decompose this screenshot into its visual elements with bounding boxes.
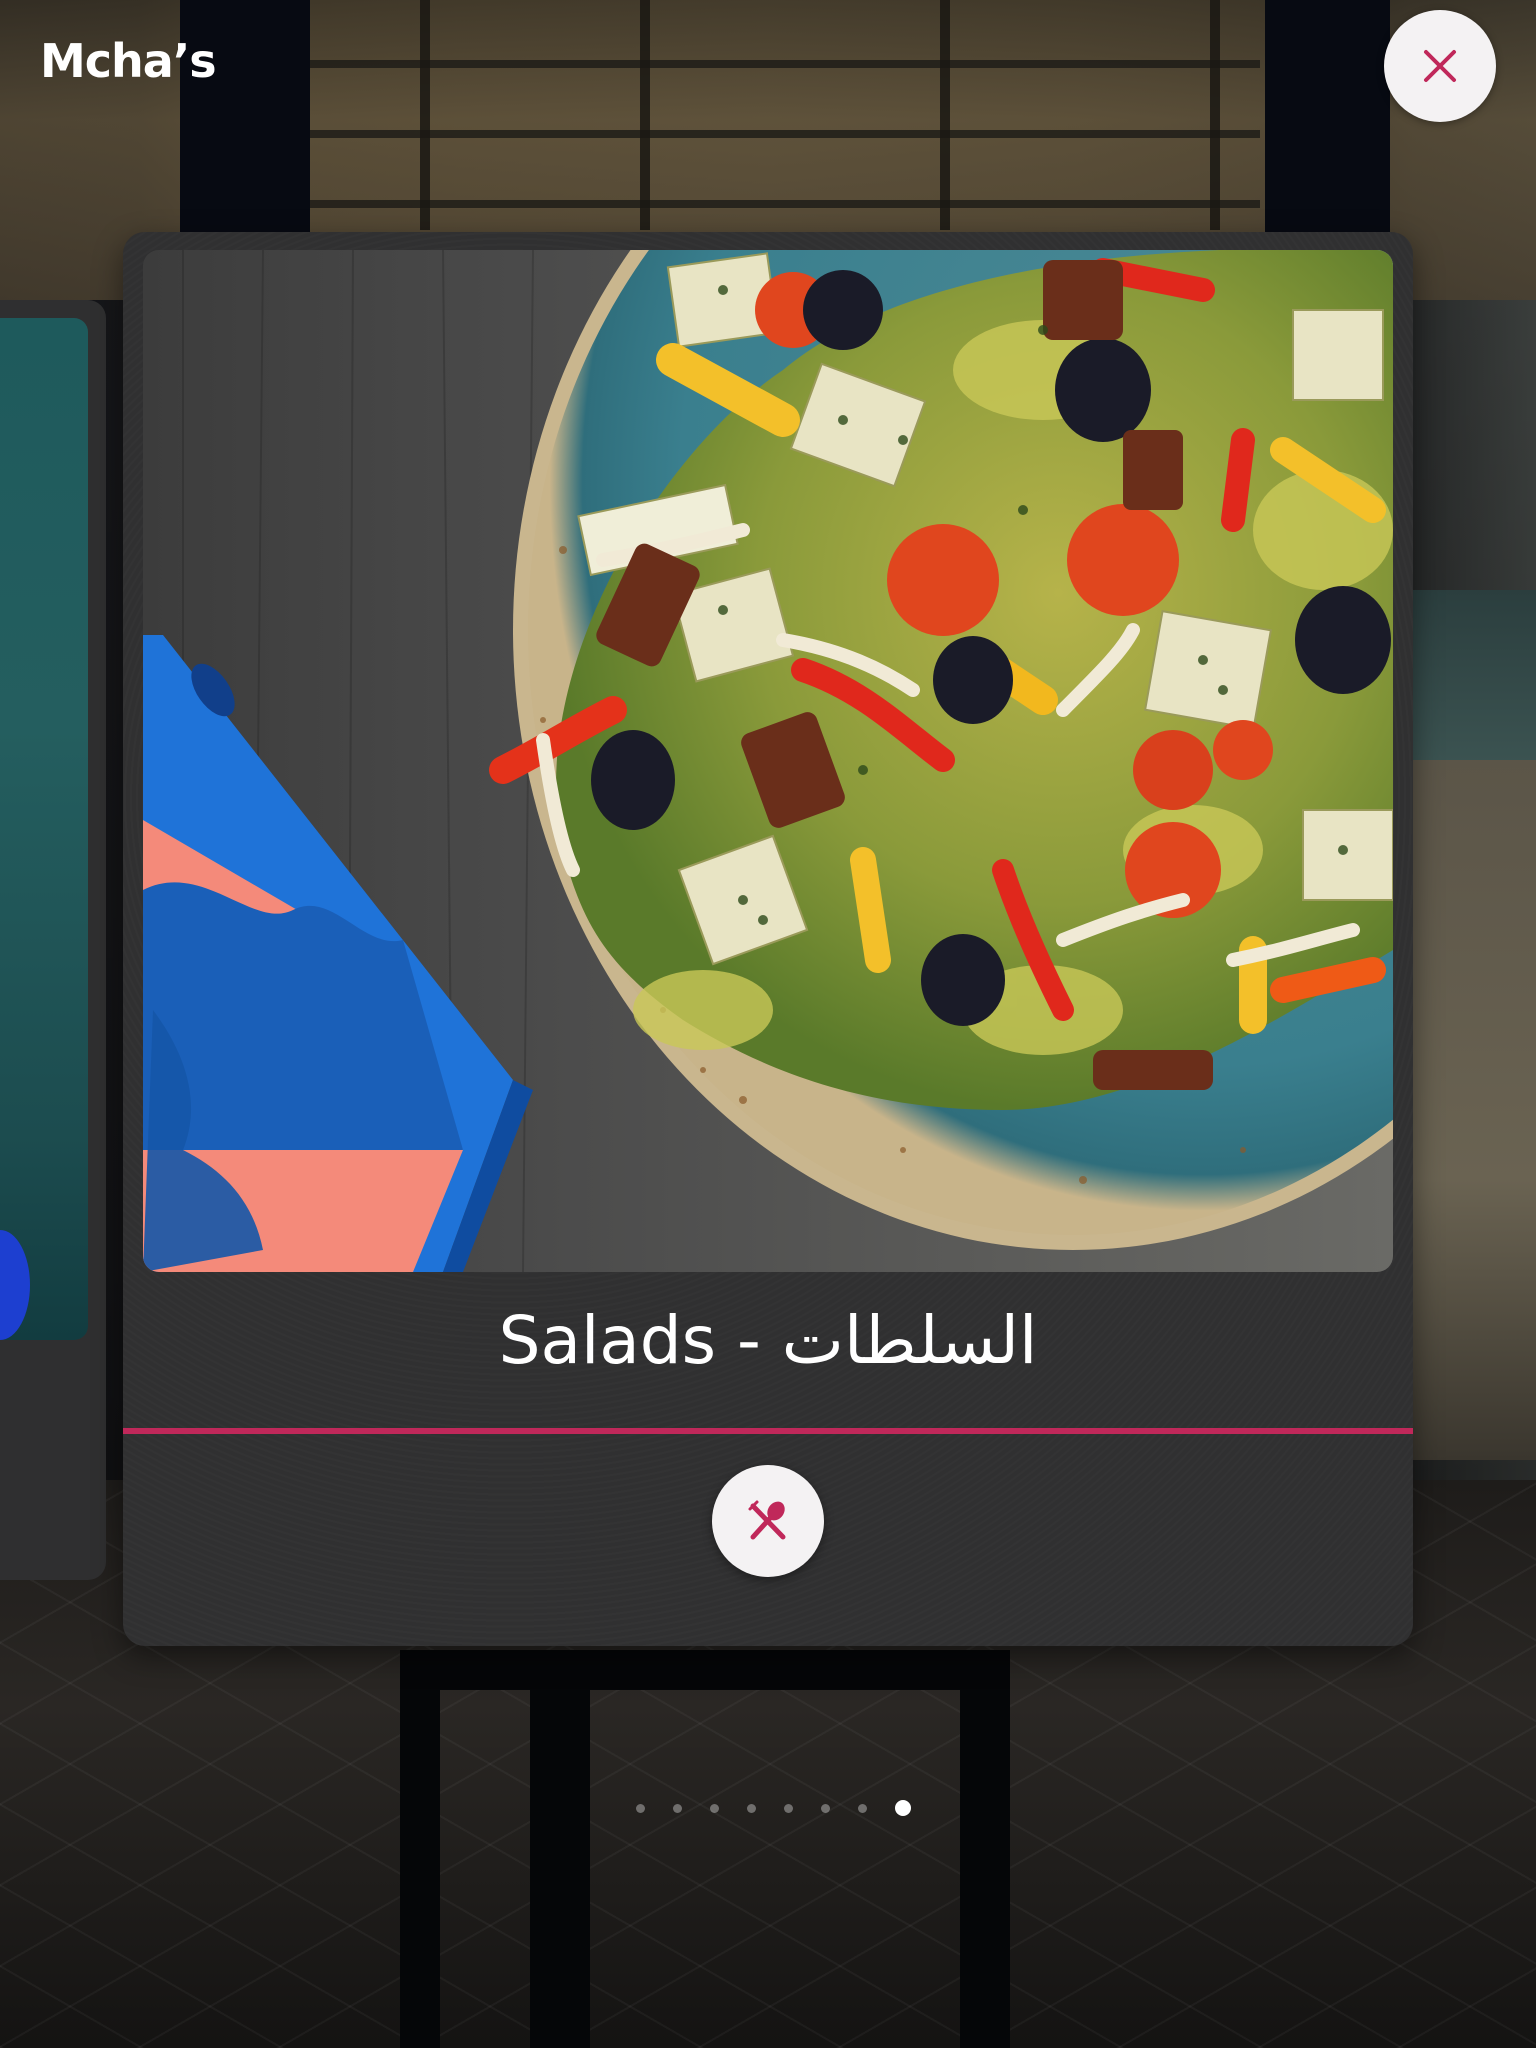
previous-category-image [0,318,88,1340]
background-wall [1410,760,1536,1460]
carousel-pagination [636,1798,911,1818]
background-post [420,0,430,230]
page-dot[interactable] [858,1803,867,1813]
page-dot[interactable] [673,1803,682,1813]
brand-logo: Mcha’s [40,34,217,88]
category-card[interactable]: السلطات - Salads [123,232,1413,1646]
page-dot[interactable] [710,1803,719,1813]
page-dot-active[interactable] [895,1800,911,1816]
background-post [940,0,950,230]
category-title: السلطات - Salads [498,1302,1038,1379]
background-rail [300,130,1260,138]
salad-bowl-photo [143,250,1393,1272]
background-post [1210,0,1220,230]
background-rail [300,60,1260,68]
close-icon [1424,50,1456,82]
background-chair [960,1650,1010,2048]
accent-divider [123,1428,1413,1434]
page-dot[interactable] [821,1803,830,1813]
background-chair [420,1650,1000,1690]
fork-spoon-icon [748,1500,786,1540]
background-wall-panel [1410,590,1536,770]
background-rail [300,200,1260,208]
view-menu-button[interactable] [712,1465,824,1577]
page-dot[interactable] [747,1803,756,1813]
close-button[interactable] [1384,10,1496,122]
background-chair [530,1650,590,2048]
page-dot[interactable] [636,1803,645,1813]
page-dot[interactable] [784,1803,793,1813]
background-chair [400,1650,440,2048]
background-post [640,0,650,230]
